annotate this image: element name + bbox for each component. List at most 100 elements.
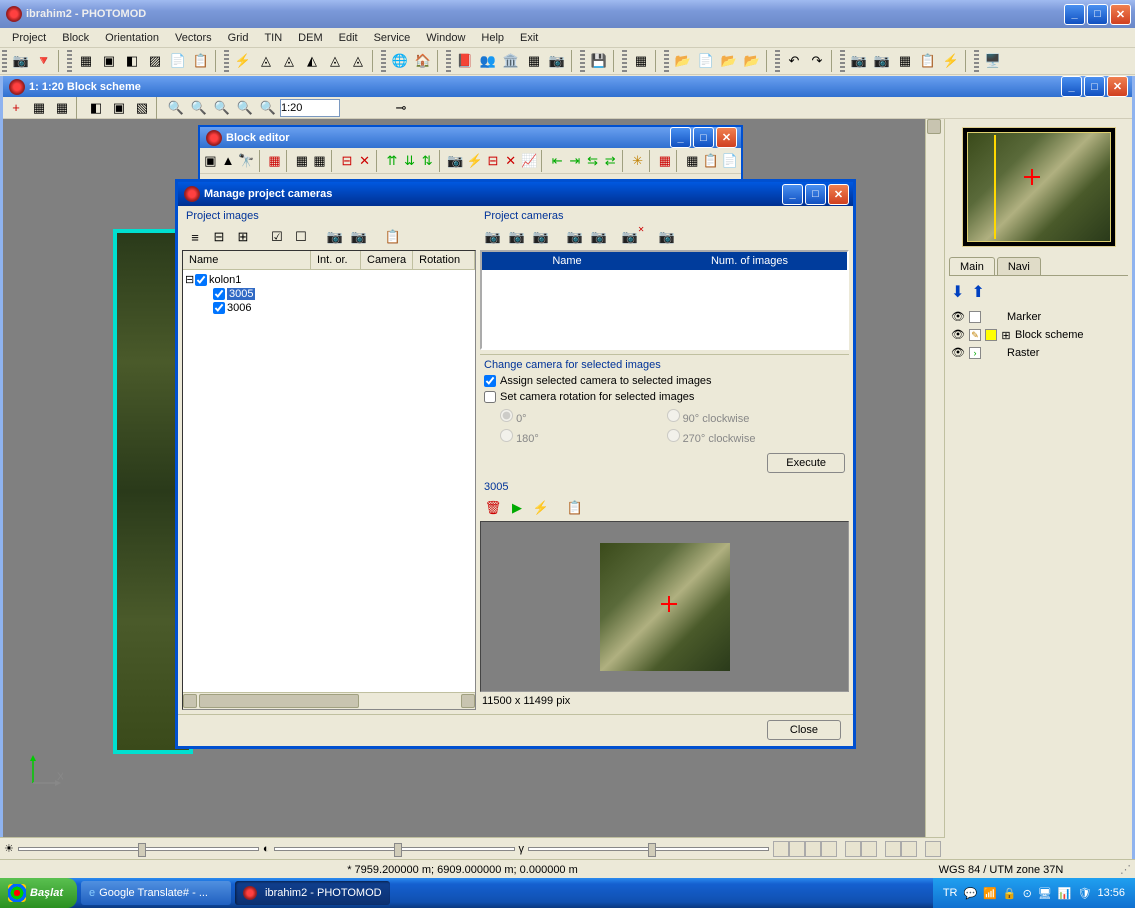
tray-icon[interactable]: 📶 — [983, 887, 997, 900]
tool-icon[interactable]: 📄 — [721, 150, 739, 172]
tool-icon[interactable]: 📋 — [702, 150, 720, 172]
scale-input[interactable] — [280, 99, 340, 117]
menu-block[interactable]: Block — [54, 30, 97, 46]
tree-scrollbar[interactable] — [183, 692, 475, 709]
setrot-checkbox-row[interactable]: Set camera rotation for selected images — [480, 389, 849, 405]
tool-icon[interactable]: ⇈ — [384, 150, 401, 172]
tool-icon[interactable]: 📕 — [454, 50, 476, 72]
tool-icon[interactable]: 📄 — [167, 50, 189, 72]
tool-icon[interactable]: ▧ — [131, 97, 153, 119]
zoom-out-icon[interactable]: 🔍 — [188, 97, 210, 119]
uncheck-icon[interactable]: ☐ — [290, 226, 312, 248]
menu-orientation[interactable]: Orientation — [97, 30, 167, 46]
tool-icon[interactable]: ⇆ — [584, 150, 601, 172]
layer-raster[interactable]: 👁 › Raster — [951, 344, 1126, 362]
tab-main[interactable]: Main — [949, 257, 995, 275]
menu-help[interactable]: Help — [473, 30, 512, 46]
tool-icon[interactable]: 📷 — [446, 150, 464, 172]
scrollbar-vertical[interactable] — [925, 119, 942, 873]
mpc-minimize-button[interactable]: _ — [782, 184, 803, 205]
tool-icon[interactable]: 📂 — [672, 50, 694, 72]
col-intor[interactable]: Int. or. — [311, 251, 361, 269]
menu-project[interactable]: Project — [4, 30, 54, 46]
menu-vectors[interactable]: Vectors — [167, 30, 220, 46]
tool-icon[interactable]: 🔻 — [33, 50, 55, 72]
zoom-icon[interactable]: 🔍 — [257, 97, 279, 119]
tool-icon[interactable]: ⚡ — [232, 50, 254, 72]
tool-icon[interactable]: 💾 — [588, 50, 610, 72]
find-icon[interactable]: 🔭 — [237, 150, 255, 172]
camera-icon[interactable]: 📷 — [530, 226, 552, 248]
tray-icon[interactable]: 💬 — [964, 887, 978, 900]
tray-icon[interactable]: 🖥 — [1038, 887, 1052, 900]
tool-icon[interactable]: 📷 — [871, 50, 893, 72]
tool-icon[interactable]: 🖥️ — [982, 50, 1004, 72]
tool-icon[interactable]: ▦ — [28, 97, 50, 119]
tool-icon[interactable]: ◧ — [85, 97, 107, 119]
mpc-maximize-button[interactable]: □ — [805, 184, 826, 205]
task-item-browser[interactable]: e Google Translate# - ... — [81, 881, 231, 905]
tool-icon[interactable]: ⚡ — [465, 150, 483, 172]
tool-icon[interactable]: 📂 — [741, 50, 763, 72]
tool-icon[interactable]: 📷 — [10, 50, 32, 72]
be-close-button[interactable]: ✕ — [716, 127, 737, 148]
tool-icon[interactable]: 🌐 — [389, 50, 411, 72]
menu-edit[interactable]: Edit — [331, 30, 366, 46]
tool-icon[interactable]: ⊟ — [485, 150, 502, 172]
tool-icon[interactable]: ▦ — [684, 150, 701, 172]
clock[interactable]: 13:56 — [1097, 887, 1125, 899]
tool-icon[interactable]: ▦ — [894, 50, 916, 72]
tool-icon[interactable]: ✕ — [356, 150, 373, 172]
col-camera[interactable]: Camera — [361, 251, 413, 269]
mini-button[interactable] — [901, 841, 917, 857]
tool-icon[interactable]: ✳ — [629, 150, 646, 172]
tool-icon[interactable]: ▣ — [98, 50, 120, 72]
tool-icon[interactable]: ⚡ — [940, 50, 962, 72]
minimize-button[interactable]: _ — [1064, 4, 1085, 25]
check-icon[interactable]: ☑ — [266, 226, 288, 248]
eye-icon[interactable]: 👁 — [951, 346, 965, 360]
tool-icon[interactable]: 📷 — [324, 226, 346, 248]
tool-icon[interactable]: ▶ — [506, 497, 528, 519]
col-rotation[interactable]: Rotation — [413, 251, 475, 269]
mini-button[interactable] — [925, 841, 941, 857]
task-item-photomod[interactable]: ibrahim2 - PHOTOMOD — [235, 881, 390, 905]
col-name[interactable]: Name — [183, 251, 311, 269]
tool-icon[interactable]: ▣ — [108, 97, 130, 119]
tool-icon[interactable]: 🏛️ — [500, 50, 522, 72]
mini-button[interactable] — [821, 841, 837, 857]
tool-icon[interactable]: 📈 — [520, 150, 538, 172]
menu-exit[interactable]: Exit — [512, 30, 546, 46]
resize-grip[interactable]: ⋰ — [1081, 863, 1131, 876]
tool-icon[interactable]: ◧ — [121, 50, 143, 72]
bs-close-button[interactable]: ✕ — [1107, 76, 1128, 97]
tool-icon[interactable]: ▦ — [266, 150, 283, 172]
tool-icon[interactable]: 📄 — [695, 50, 717, 72]
tray-icon[interactable]: 🛡 — [1078, 887, 1092, 900]
tree-row-3005[interactable]: 3005 — [185, 287, 473, 301]
undo-icon[interactable]: ↶ — [783, 50, 805, 72]
mini-button[interactable] — [773, 841, 789, 857]
tool-icon[interactable]: ⊸ — [390, 97, 412, 119]
camera-icon[interactable]: 📷 — [564, 226, 586, 248]
tool-icon[interactable]: ⇤ — [549, 150, 566, 172]
tool-icon[interactable]: 🏠 — [412, 50, 434, 72]
tree-row-kolon[interactable]: ⊟ kolon1 — [185, 272, 473, 287]
tray-icon[interactable]: ⊙ — [1023, 887, 1032, 900]
gamma-slider[interactable] — [528, 847, 769, 851]
mini-button[interactable] — [885, 841, 901, 857]
tree-row-3006[interactable]: 3006 — [185, 301, 473, 315]
tool-icon[interactable]: 📋 — [917, 50, 939, 72]
tool-icon[interactable]: ◬ — [347, 50, 369, 72]
tree-checkbox[interactable] — [213, 302, 225, 314]
tool-icon[interactable]: 📋 — [564, 497, 586, 519]
menu-tin[interactable]: TIN — [256, 30, 290, 46]
tree-checkbox[interactable] — [213, 288, 225, 300]
layer-block-scheme[interactable]: 👁 ✎ ⊞ Block scheme — [951, 326, 1126, 344]
assign-checkbox[interactable] — [484, 375, 496, 387]
contrast-slider[interactable] — [274, 847, 515, 851]
camera-add-icon[interactable]: 📷 — [482, 226, 504, 248]
maximize-button[interactable]: □ — [1087, 4, 1108, 25]
overview-map[interactable] — [962, 127, 1116, 247]
tool-icon[interactable]: ▦ — [657, 150, 674, 172]
